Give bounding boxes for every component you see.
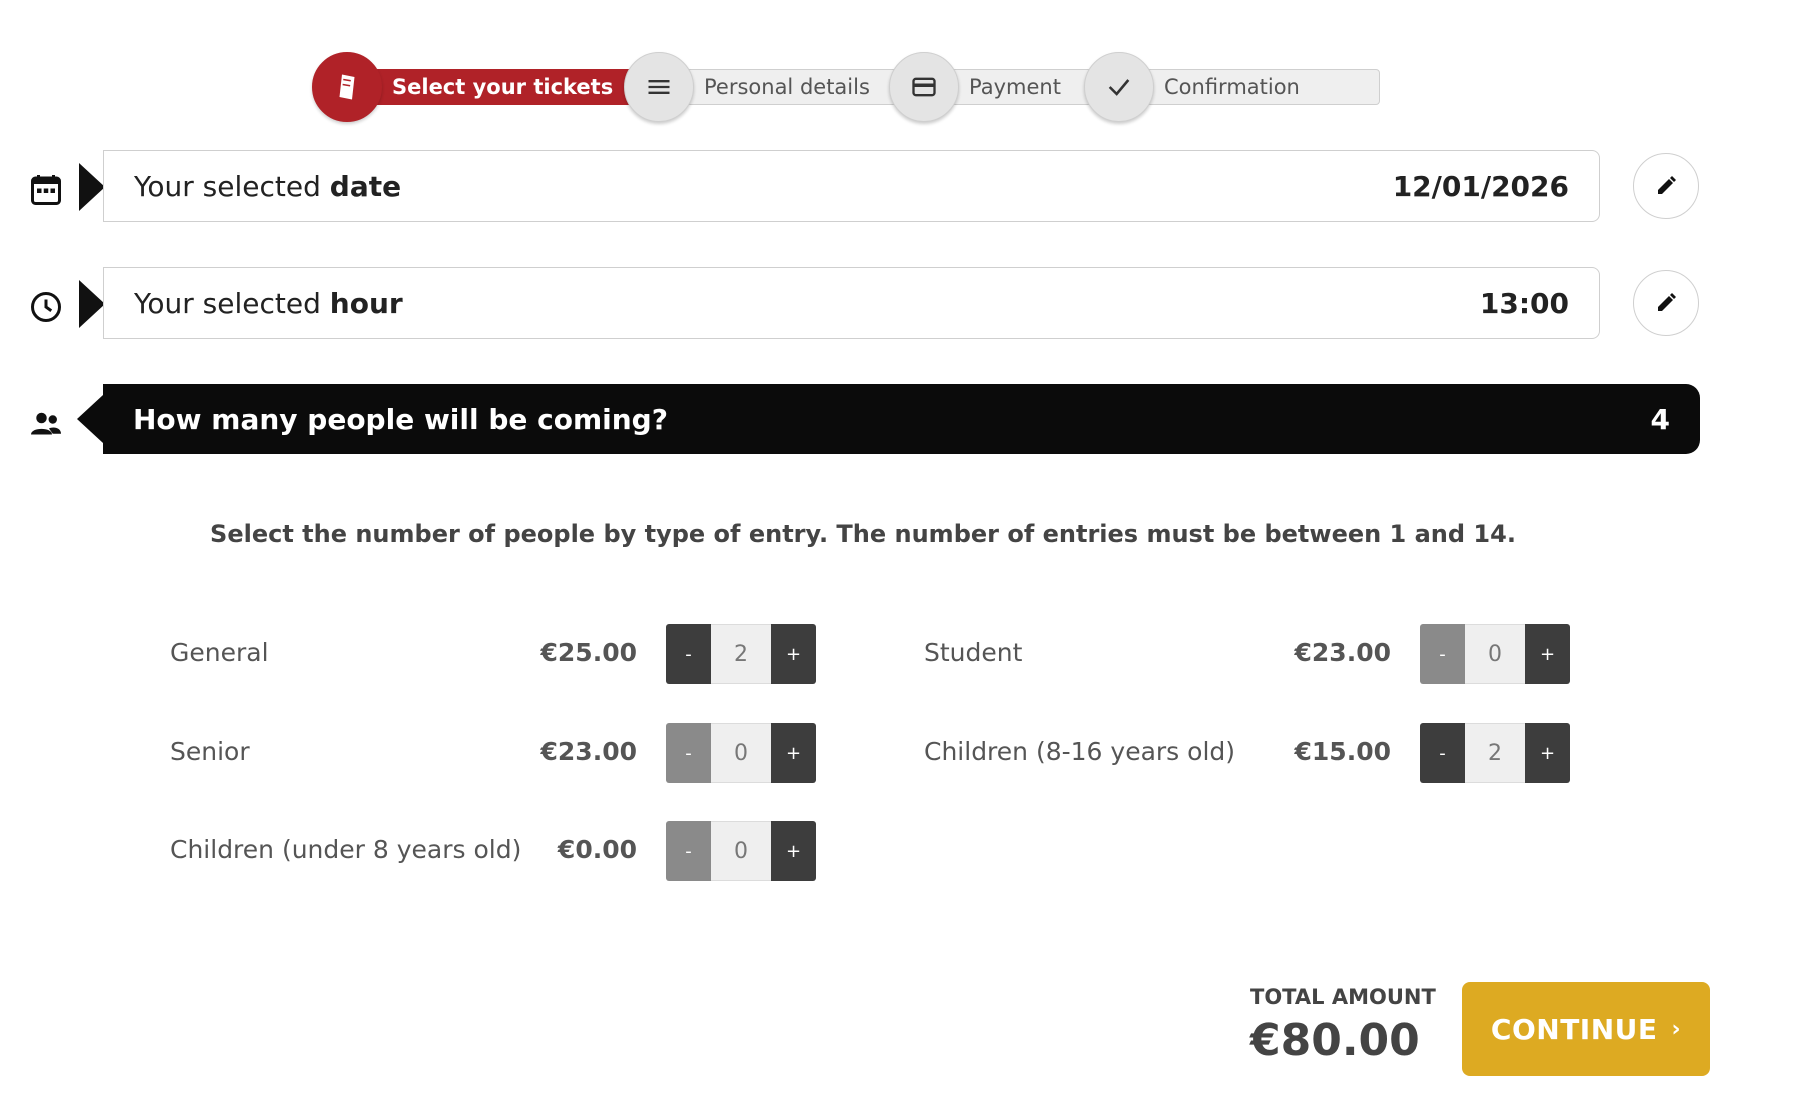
quantity-value[interactable]: 2 — [711, 624, 771, 684]
step-label: Select your tickets — [392, 75, 614, 99]
label-prefix: Your selected — [134, 169, 330, 203]
ticket-price: €25.00 — [540, 638, 637, 667]
decrease-button[interactable]: - — [666, 723, 711, 783]
selected-date-row: Your selected date 12/01/2026 — [0, 150, 1806, 222]
ticket-price: €0.00 — [557, 835, 637, 864]
ticket-name: Children (8-16 years old) — [924, 737, 1236, 766]
label-prefix: Your selected — [134, 286, 330, 320]
quantity-value[interactable]: 0 — [1465, 624, 1525, 684]
pencil-icon — [1658, 176, 1676, 194]
ticket-price: €23.00 — [540, 737, 637, 766]
people-count-title: How many people will be coming? — [133, 402, 668, 436]
menu-lines-icon — [624, 52, 694, 122]
step-label: Personal details — [704, 75, 870, 99]
edit-hour-button[interactable] — [1633, 270, 1699, 336]
chevron-right-icon: › — [1671, 1016, 1682, 1042]
increase-button[interactable]: + — [771, 821, 816, 881]
ticket-student: Student €23.00 - 0 + — [924, 624, 1574, 684]
step-personal-details[interactable]: Personal details — [624, 51, 870, 123]
checkmark-icon — [1084, 52, 1154, 122]
increase-button[interactable]: + — [1525, 723, 1570, 783]
selected-date-value: 12/01/2026 — [1392, 169, 1569, 203]
people-count-bar[interactable]: How many people will be coming? 4 — [103, 384, 1700, 454]
ticket-name: General — [170, 638, 269, 667]
step-select-tickets[interactable]: Select your tickets — [312, 51, 613, 123]
selected-hour-label: Your selected hour — [134, 287, 403, 320]
entry-instructions: Select the number of people by type of e… — [210, 520, 1516, 548]
ticket-name: Student — [924, 638, 1023, 667]
selected-date-label: Your selected date — [134, 170, 401, 203]
checkout-stepper: Select your tickets Personal details Pay… — [312, 51, 1392, 123]
quantity-stepper: - 0 + — [666, 723, 820, 783]
quantity-stepper: - 0 + — [1420, 624, 1574, 684]
decrease-button[interactable]: - — [666, 821, 711, 881]
people-count-row: How many people will be coming? 4 — [0, 384, 1806, 456]
calendar-icon — [28, 172, 64, 208]
quantity-stepper: - 2 + — [1420, 723, 1574, 783]
pencil-icon — [1658, 293, 1676, 311]
increase-button[interactable]: + — [771, 723, 816, 783]
row-arrow — [79, 280, 105, 328]
continue-button[interactable]: CONTINUE › — [1462, 982, 1710, 1076]
ticket-senior: Senior €23.00 - 0 + — [170, 723, 820, 783]
selected-hour-row: Your selected hour 13:00 — [0, 267, 1806, 339]
clock-icon — [28, 289, 64, 325]
row-arrow — [79, 163, 105, 211]
selected-date-field: Your selected date 12/01/2026 — [103, 150, 1600, 222]
people-count-value: 4 — [1650, 402, 1670, 436]
ticket-price: €23.00 — [1294, 638, 1391, 667]
ticket-icon — [312, 52, 382, 122]
ticket-name: Senior — [170, 737, 250, 766]
decrease-button[interactable]: - — [666, 624, 711, 684]
people-icon — [28, 406, 64, 442]
quantity-value[interactable]: 0 — [711, 821, 771, 881]
selected-hour-value: 13:00 — [1479, 286, 1569, 320]
step-label: Payment — [969, 75, 1061, 99]
quantity-value[interactable]: 0 — [711, 723, 771, 783]
total-amount-value: €80.00 — [1250, 1015, 1420, 1066]
quantity-stepper: - 2 + — [666, 624, 820, 684]
quantity-value[interactable]: 2 — [1465, 723, 1525, 783]
credit-card-icon — [889, 52, 959, 122]
ticket-general: General €25.00 - 2 + — [170, 624, 820, 684]
label-bold: hour — [329, 286, 403, 320]
total-amount-label: TOTAL AMOUNT — [1250, 985, 1436, 1009]
decrease-button[interactable]: - — [1420, 624, 1465, 684]
decrease-button[interactable]: - — [1420, 723, 1465, 783]
increase-button[interactable]: + — [1525, 624, 1570, 684]
ticket-price: €15.00 — [1294, 737, 1391, 766]
ticket-children-8-16: Children (8-16 years old) €15.00 - 2 + — [924, 723, 1574, 783]
selected-hour-field: Your selected hour 13:00 — [103, 267, 1600, 339]
continue-label: CONTINUE — [1490, 1012, 1658, 1046]
step-label: Confirmation — [1164, 75, 1300, 99]
ticket-children-under-8: Children (under 8 years old) €0.00 - 0 + — [170, 821, 820, 881]
quantity-stepper: - 0 + — [666, 821, 820, 881]
label-bold: date — [329, 169, 402, 203]
step-payment[interactable]: Payment — [889, 51, 1061, 123]
row-arrow — [77, 395, 103, 443]
ticket-name: Children (under 8 years old) — [170, 835, 522, 864]
edit-date-button[interactable] — [1633, 153, 1699, 219]
increase-button[interactable]: + — [771, 624, 816, 684]
step-confirmation[interactable]: Confirmation — [1084, 51, 1300, 123]
